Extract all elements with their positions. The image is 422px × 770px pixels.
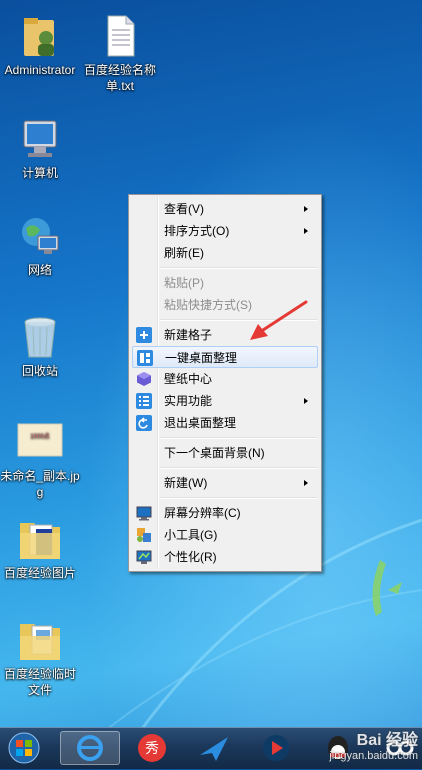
menu-separator <box>160 437 317 439</box>
desktop-icon-folder-images[interactable]: 百度经验图片 <box>0 515 80 581</box>
desktop-icon-image-file[interactable]: 1000点 未命名_副本.jpg <box>0 418 80 500</box>
menu-separator <box>160 497 317 499</box>
menu-item-next-background[interactable]: 下一个桌面背景(N) <box>132 442 318 464</box>
desktop-context-menu: 查看(V) 排序方式(O) 刷新(E) 粘贴(P) 粘贴快捷方式(S) 新建格子… <box>128 194 322 572</box>
menu-item-paste[interactable]: 粘贴(P) <box>132 272 318 294</box>
submenu-arrow-icon <box>304 480 308 486</box>
menu-separator <box>160 467 317 469</box>
menu-item-exit-organizer[interactable]: 退出桌面整理 <box>132 412 318 434</box>
menu-item-organize-desktop[interactable]: 一键桌面整理 <box>132 346 318 368</box>
menu-separator <box>160 267 317 269</box>
menu-item-wallpaper-center[interactable]: 壁纸中心 <box>132 368 318 390</box>
menu-item-new[interactable]: 新建(W) <box>132 472 318 494</box>
cube-icon <box>136 371 152 387</box>
desktop-icon-recycle-bin[interactable]: 回收站 <box>0 313 80 379</box>
folder-icon <box>16 616 64 664</box>
exit-icon <box>136 415 152 431</box>
menu-item-utilities[interactable]: 实用功能 <box>132 390 318 412</box>
desktop-icon-txt-file[interactable]: 百度经验名称单.txt <box>80 12 160 94</box>
svg-text:1000点: 1000点 <box>30 432 49 440</box>
desktop-icon-administrator[interactable]: Administrator <box>0 12 80 78</box>
network-icon <box>16 212 64 260</box>
layout-icon <box>137 350 153 366</box>
menu-item-view[interactable]: 查看(V) <box>132 198 318 220</box>
plus-icon <box>136 327 152 343</box>
personalize-icon <box>136 549 152 565</box>
submenu-arrow-icon <box>304 398 308 404</box>
gadgets-icon <box>136 527 152 543</box>
monitor-icon <box>136 505 152 521</box>
desktop-icon-folder-temp[interactable]: 百度经验临时文件 <box>0 616 80 698</box>
svg-text:秀: 秀 <box>145 741 159 757</box>
folder-icon <box>16 515 64 563</box>
image-file-icon: 1000点 <box>16 418 64 466</box>
user-folder-icon <box>16 12 64 60</box>
computer-icon <box>16 115 64 163</box>
annotation-arrow-icon <box>250 300 308 340</box>
feiniu-icon[interactable] <box>194 731 234 765</box>
desktop-icon-computer[interactable]: 计算机 <box>0 115 80 181</box>
360-icon[interactable]: 秀 <box>132 731 172 765</box>
recycle-bin-icon <box>16 313 64 361</box>
menu-item-personalize[interactable]: 个性化(R) <box>132 546 318 568</box>
menu-item-screen-resolution[interactable]: 屏幕分辨率(C) <box>132 502 318 524</box>
start-orb-icon[interactable] <box>4 731 44 765</box>
menu-item-sort-by[interactable]: 排序方式(O) <box>132 220 318 242</box>
watermark: Bai 经验 jingyan.baidu.com <box>329 732 418 762</box>
ie-icon[interactable] <box>60 731 120 765</box>
video-player-icon[interactable] <box>256 731 296 765</box>
desktop-icon-network[interactable]: 网络 <box>0 212 80 278</box>
menu-item-refresh[interactable]: 刷新(E) <box>132 242 318 264</box>
submenu-arrow-icon <box>304 206 308 212</box>
list-icon <box>136 393 152 409</box>
text-file-icon <box>96 12 144 60</box>
submenu-arrow-icon <box>304 228 308 234</box>
menu-item-gadgets[interactable]: 小工具(G) <box>132 524 318 546</box>
